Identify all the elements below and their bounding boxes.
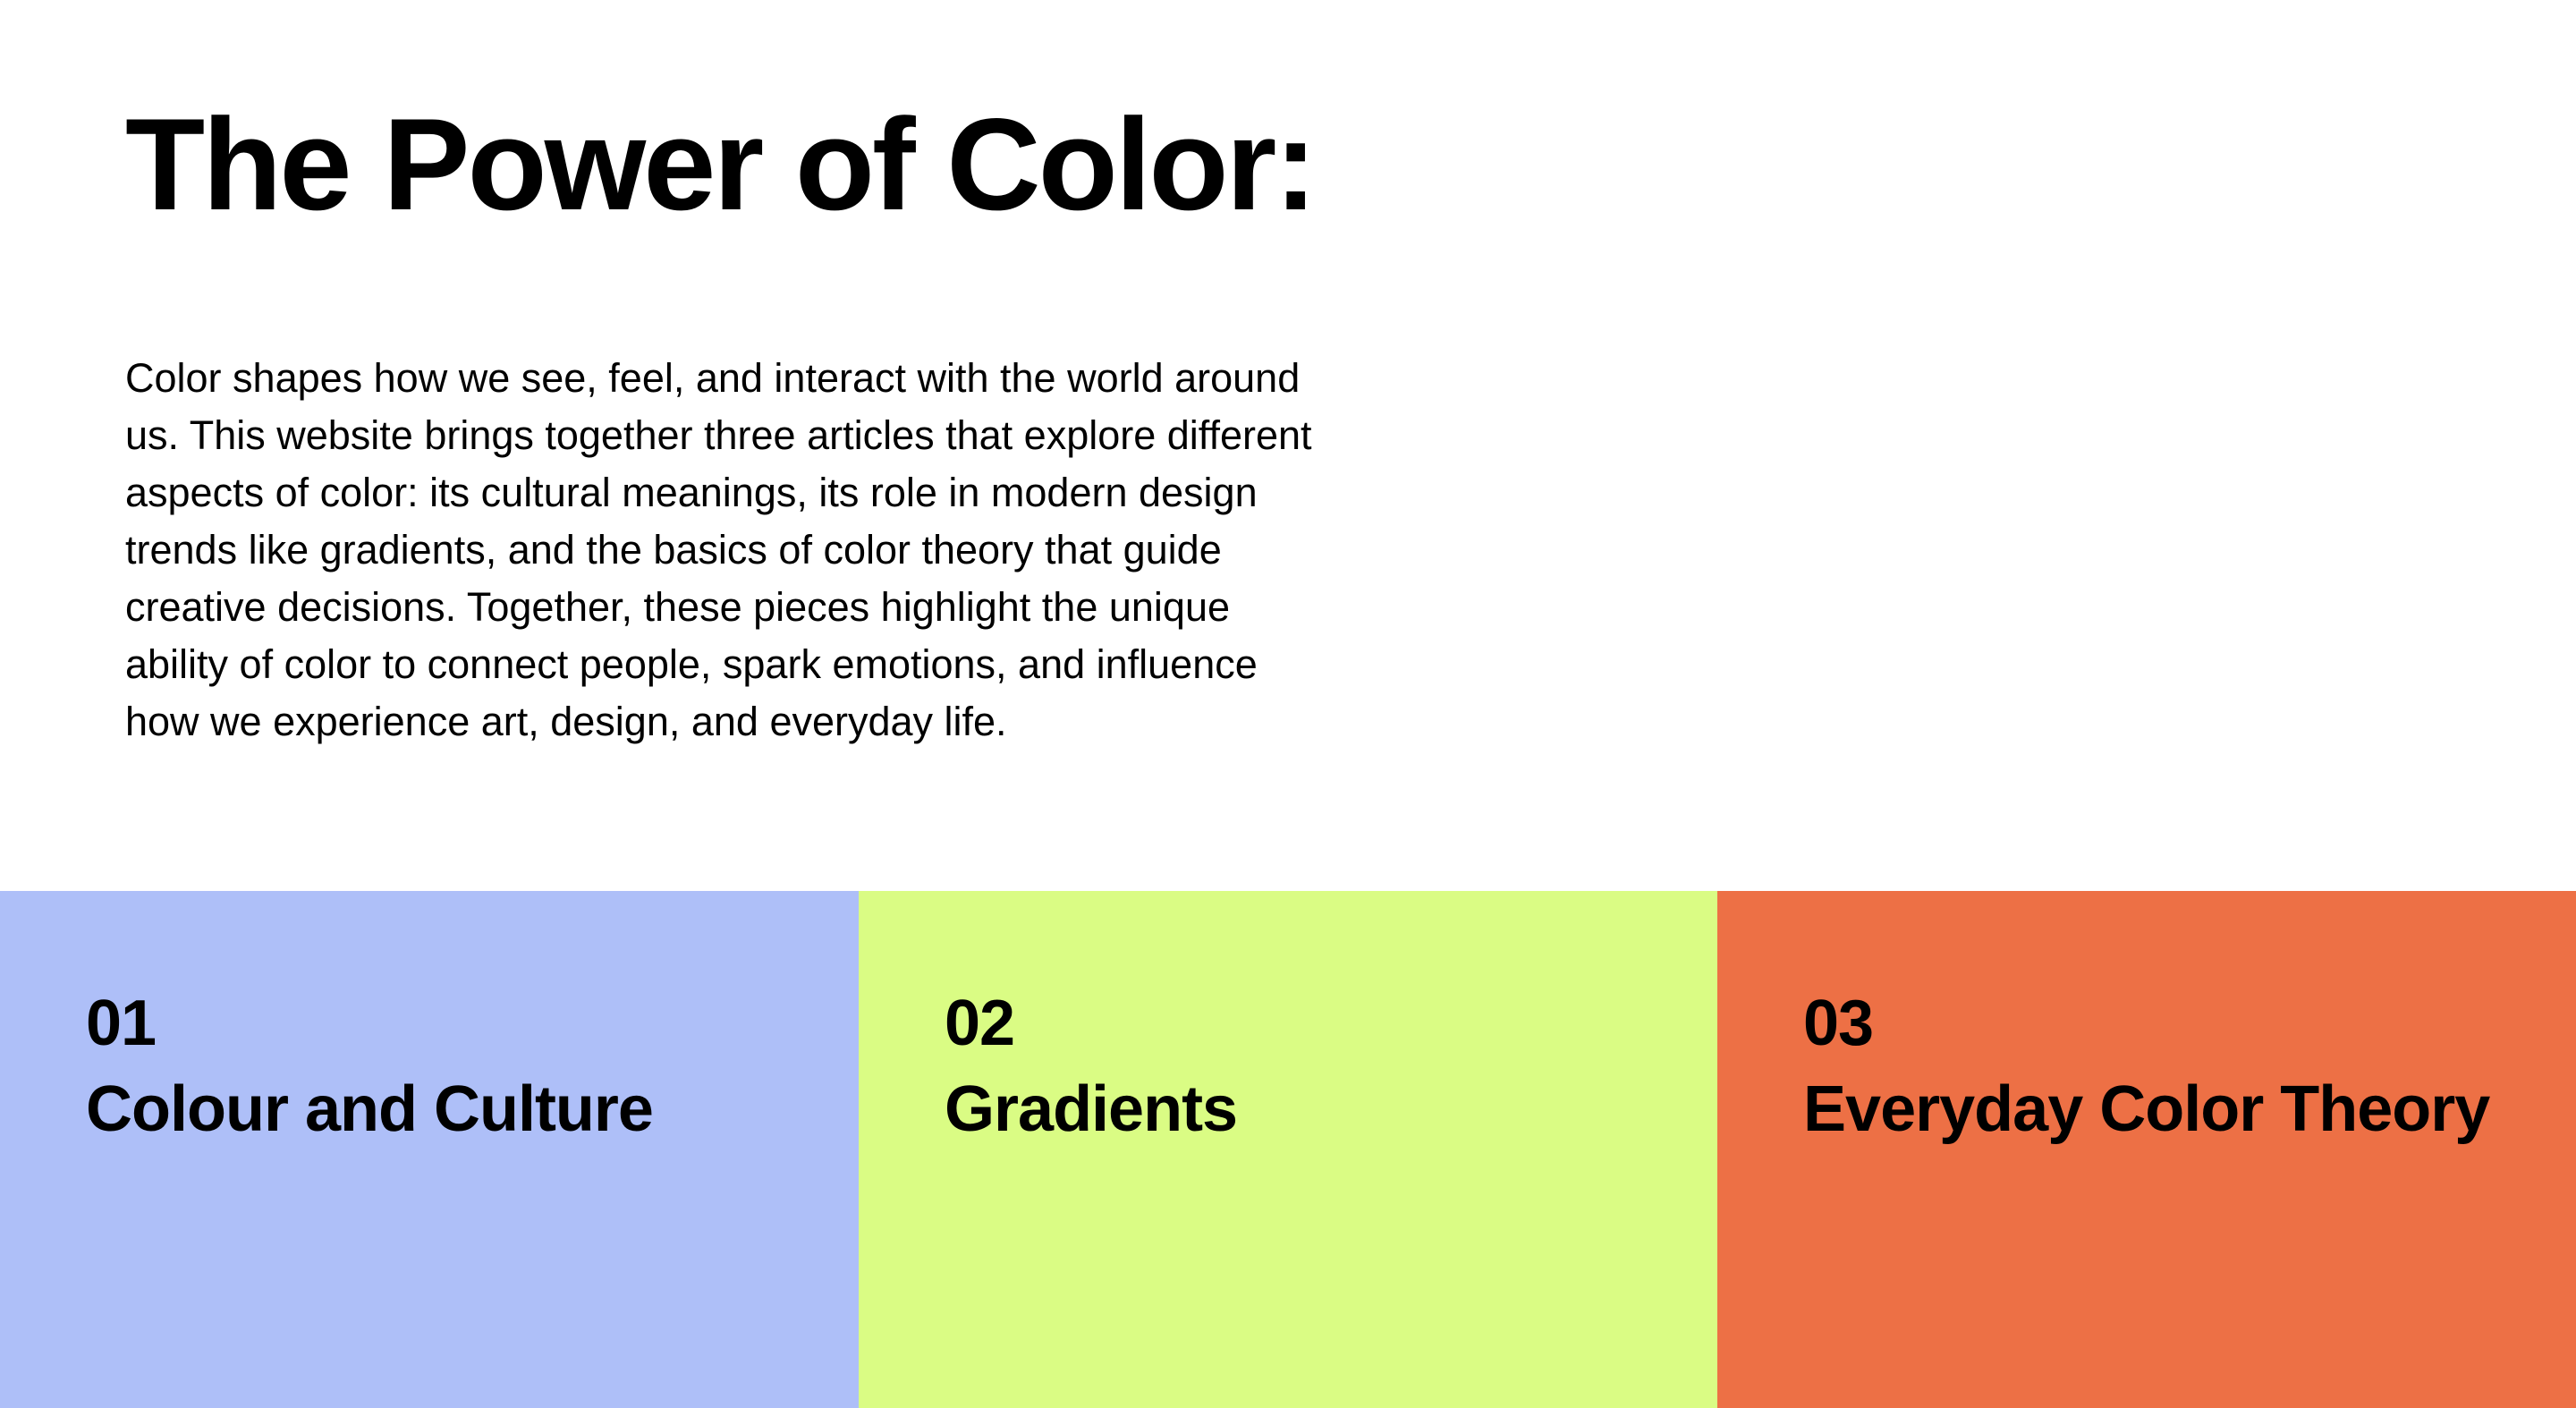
- intro-paragraph: Color shapes how we see, feel, and inter…: [125, 355, 1312, 745]
- page-title: The Power of Color:: [125, 91, 1318, 237]
- article-card-colour-and-culture[interactable]: 01 Colour and Culture: [0, 891, 859, 1408]
- article-title: Everyday Color Theory: [1803, 1073, 2490, 1145]
- article-number: 02: [945, 988, 1015, 1059]
- article-card-gradients[interactable]: 02 Gradients: [859, 891, 1717, 1408]
- article-number: 03: [1803, 988, 1874, 1059]
- article-title: Colour and Culture: [86, 1073, 654, 1145]
- article-cards: 01 Colour and Culture 02 Gradients 03 Ev…: [0, 891, 2576, 1408]
- hero-section: The Power of Color: Color shapes how we …: [125, 86, 1324, 751]
- article-title: Gradients: [945, 1073, 1238, 1145]
- article-card-everyday-color-theory[interactable]: 03 Everyday Color Theory: [1717, 891, 2576, 1408]
- page: The Power of Color: Color shapes how we …: [0, 0, 2576, 1408]
- article-number: 01: [86, 988, 157, 1059]
